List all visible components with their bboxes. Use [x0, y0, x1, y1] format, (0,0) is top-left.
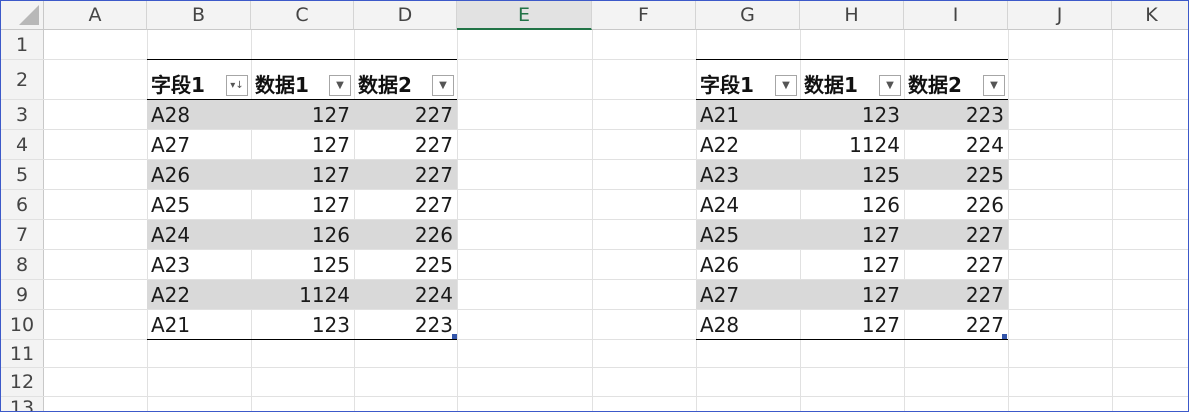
table2-cell[interactable]: A21 — [696, 100, 800, 129]
table2-cell[interactable]: 227 — [904, 250, 1008, 279]
table2-cell[interactable]: 1124 — [800, 130, 904, 159]
table-bottom-border — [696, 339, 1008, 340]
column-header-b[interactable]: B — [147, 1, 251, 30]
table1-cell[interactable]: 227 — [354, 130, 457, 159]
table2-cell[interactable]: A27 — [696, 280, 800, 309]
gridline — [1, 367, 1188, 368]
table2-cell[interactable]: A25 — [696, 220, 800, 249]
table1-cell[interactable]: A28 — [147, 100, 251, 129]
spreadsheet-grid[interactable]: A B C D E F G H I J K 1 2 3 4 5 6 7 8 9 … — [0, 0, 1189, 412]
column-header-c[interactable]: C — [251, 1, 354, 30]
table2-cell[interactable]: 227 — [904, 280, 1008, 309]
table1-cell[interactable]: 126 — [251, 220, 354, 249]
column-header-g[interactable]: G — [696, 1, 800, 30]
table1-cell[interactable]: 127 — [251, 100, 354, 129]
table1-cell[interactable]: 227 — [354, 100, 457, 129]
column-header-h[interactable]: H — [800, 1, 904, 30]
table1-cell[interactable]: 223 — [354, 310, 457, 339]
table1-cell[interactable]: 227 — [354, 160, 457, 189]
table-resize-handle[interactable] — [452, 334, 457, 339]
table2-cell[interactable]: 226 — [904, 190, 1008, 219]
column-header-j[interactable]: J — [1008, 1, 1112, 30]
row-header-3[interactable]: 3 — [1, 100, 44, 130]
table-bottom-border — [147, 339, 457, 340]
table1-cell[interactable]: 127 — [251, 160, 354, 189]
chevron-down-icon[interactable]: ▼ — [775, 75, 797, 96]
chevron-down-icon[interactable]: ▼ — [879, 75, 901, 96]
table1-cell[interactable]: A25 — [147, 190, 251, 219]
table1-cell[interactable]: 225 — [354, 250, 457, 279]
row-header-8[interactable]: 8 — [1, 250, 44, 280]
gridline — [592, 30, 593, 411]
gridline — [1, 396, 1188, 397]
row-header-7[interactable]: 7 — [1, 220, 44, 250]
row-header-12[interactable]: 12 — [1, 368, 44, 397]
table1-cell[interactable]: A21 — [147, 310, 251, 339]
table1-cell[interactable]: 227 — [354, 190, 457, 219]
table2-cell[interactable]: A23 — [696, 160, 800, 189]
gridline — [1112, 30, 1113, 411]
sort-descending-icon[interactable]: ▾↓ — [226, 75, 248, 96]
column-header-f[interactable]: F — [592, 1, 696, 30]
column-header-a[interactable]: A — [44, 1, 147, 30]
column-header-i[interactable]: I — [904, 1, 1008, 30]
row-header-4[interactable]: 4 — [1, 130, 44, 160]
table1-cell[interactable]: 224 — [354, 280, 457, 309]
table1-cell[interactable]: A24 — [147, 220, 251, 249]
table1-cell[interactable]: A22 — [147, 280, 251, 309]
select-all-corner[interactable] — [1, 1, 44, 30]
table2-cell[interactable]: 127 — [800, 250, 904, 279]
table2-cell[interactable]: 224 — [904, 130, 1008, 159]
row-header-13[interactable]: 13 — [1, 397, 44, 411]
row-header-10[interactable]: 10 — [1, 310, 44, 340]
column-header-d[interactable]: D — [354, 1, 457, 30]
table2-cell[interactable]: 127 — [800, 310, 904, 339]
table-top-border — [696, 59, 1008, 60]
column-header-e[interactable]: E — [457, 1, 592, 30]
table2-cell[interactable]: A22 — [696, 130, 800, 159]
table1-cell[interactable]: A23 — [147, 250, 251, 279]
table2-cell[interactable]: 127 — [800, 280, 904, 309]
table1-cell[interactable]: 125 — [251, 250, 354, 279]
table2-cell[interactable]: 126 — [800, 190, 904, 219]
table2-cell[interactable]: 127 — [800, 220, 904, 249]
table2-cell[interactable]: 123 — [800, 100, 904, 129]
row-header-1[interactable]: 1 — [1, 30, 44, 60]
row-header-11[interactable]: 11 — [1, 340, 44, 368]
row-header-9[interactable]: 9 — [1, 280, 44, 310]
table2-cell[interactable]: 227 — [904, 220, 1008, 249]
table1-cell[interactable]: 226 — [354, 220, 457, 249]
table2-cell[interactable]: A28 — [696, 310, 800, 339]
table1-cell[interactable]: 127 — [251, 130, 354, 159]
row-header-5[interactable]: 5 — [1, 160, 44, 190]
row-header-2[interactable]: 2 — [1, 60, 44, 100]
chevron-down-icon[interactable]: ▼ — [432, 75, 454, 96]
chevron-down-icon[interactable]: ▼ — [983, 75, 1005, 96]
table2-cell[interactable]: 125 — [800, 160, 904, 189]
table2-cell[interactable]: A24 — [696, 190, 800, 219]
row-header-6[interactable]: 6 — [1, 190, 44, 220]
table1-cell[interactable]: A26 — [147, 160, 251, 189]
column-header-k[interactable]: K — [1112, 1, 1188, 30]
table1-cell[interactable]: 127 — [251, 190, 354, 219]
chevron-down-icon[interactable]: ▼ — [329, 75, 351, 96]
table-resize-handle[interactable] — [1002, 334, 1007, 339]
gridline — [457, 30, 458, 411]
table-top-border — [147, 59, 457, 60]
table2-cell[interactable]: 223 — [904, 100, 1008, 129]
table2-cell[interactable]: 225 — [904, 160, 1008, 189]
gridline — [1008, 30, 1009, 411]
table1-cell[interactable]: 123 — [251, 310, 354, 339]
table2-cell[interactable]: A26 — [696, 250, 800, 279]
table1-cell[interactable]: 1124 — [251, 280, 354, 309]
table2-cell[interactable]: 227 — [904, 310, 1008, 339]
table1-cell[interactable]: A27 — [147, 130, 251, 159]
